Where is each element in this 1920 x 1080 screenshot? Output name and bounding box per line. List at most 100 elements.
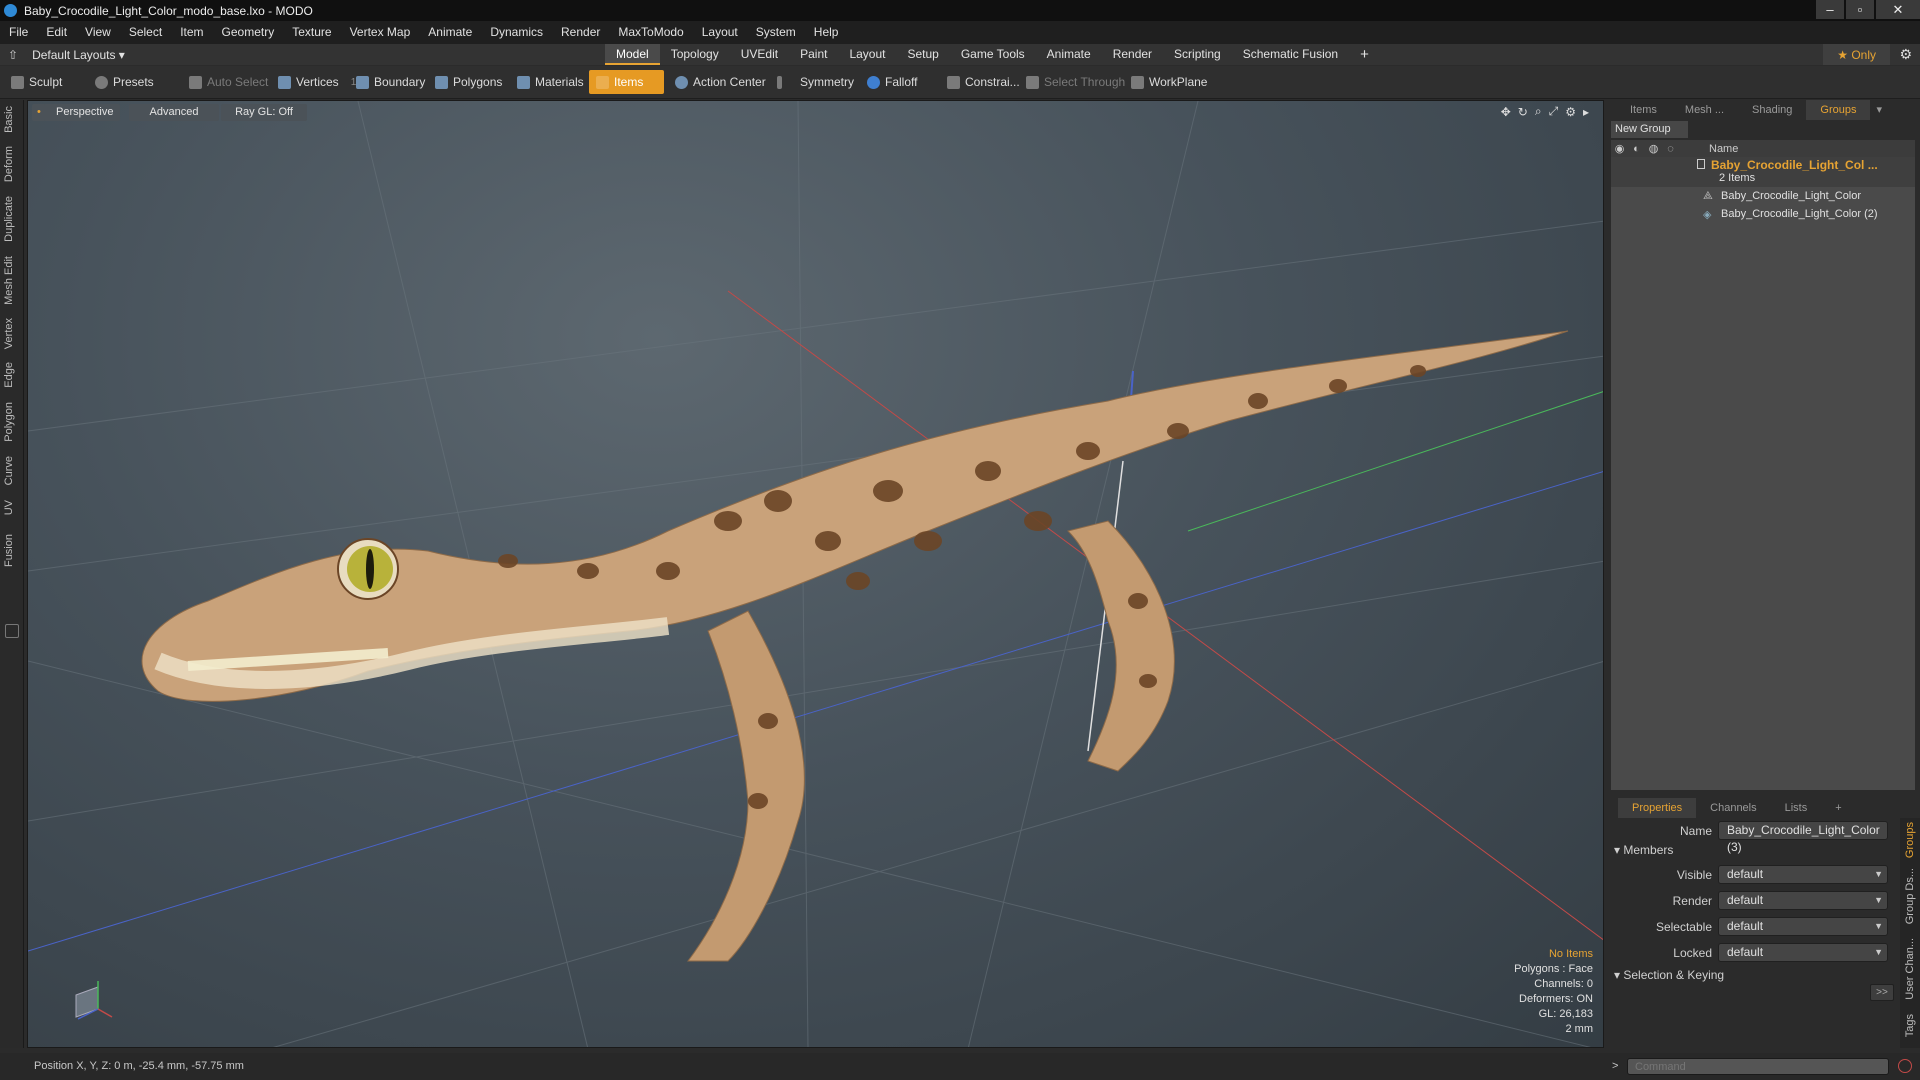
new-group-button[interactable]: New Group xyxy=(1611,121,1688,138)
constrain-button[interactable]: Constrai... xyxy=(940,70,1027,94)
tab-items[interactable]: Items xyxy=(1608,100,1671,120)
layout-preset-dropdown[interactable]: Default Layouts ▾ xyxy=(32,48,125,62)
side-tab-group-ds[interactable]: Group Ds... xyxy=(1904,868,1916,924)
raygl-toggle[interactable]: Ray GL: Off xyxy=(221,104,307,121)
close-button[interactable]: ✕ xyxy=(1876,0,1920,19)
tab-lists[interactable]: Lists xyxy=(1771,798,1822,818)
eye-icon[interactable]: ◉ xyxy=(1611,142,1628,155)
tab-layout[interactable]: Layout xyxy=(838,44,896,65)
left-tab-deform[interactable]: Deform xyxy=(3,146,15,182)
left-tab-basic[interactable]: Basic xyxy=(3,106,15,133)
left-tab-mesh-edit[interactable]: Mesh Edit xyxy=(3,256,15,305)
only-toggle[interactable]: ★ Only xyxy=(1823,44,1890,65)
left-panel-toggle[interactable] xyxy=(5,624,19,638)
add-panel-tab[interactable]: + xyxy=(1821,798,1855,818)
menu-select[interactable]: Select xyxy=(120,21,171,44)
left-tab-vertex[interactable]: Vertex xyxy=(3,318,15,349)
fit-icon[interactable]: ⤢ xyxy=(1549,104,1559,119)
menu-view[interactable]: View xyxy=(76,21,120,44)
panel-dropdown-icon[interactable]: ▾ xyxy=(1870,100,1888,120)
materials-button[interactable]: Materials xyxy=(510,70,591,94)
more-button[interactable]: >> xyxy=(1870,984,1894,1001)
render-icon[interactable]: ◐ xyxy=(1628,143,1645,155)
command-input[interactable] xyxy=(1627,1058,1889,1075)
menu-render[interactable]: Render xyxy=(552,21,609,44)
layout-lock-icon[interactable]: ⇧ xyxy=(8,48,18,62)
add-tab-button[interactable]: + xyxy=(1349,44,1380,65)
boundary-button[interactable]: Boundary xyxy=(349,70,432,94)
minimize-button[interactable]: – xyxy=(1816,0,1844,19)
lock-icon[interactable]: ◍ xyxy=(1645,142,1662,155)
select-icon[interactable]: ◌ xyxy=(1662,143,1679,155)
left-tab-edge[interactable]: Edge xyxy=(3,362,15,388)
tab-topology[interactable]: Topology xyxy=(660,44,730,65)
shading-dropdown[interactable]: Advanced xyxy=(129,104,219,121)
tab-mesh[interactable]: Mesh ... xyxy=(1671,100,1738,120)
tab-animate[interactable]: Animate xyxy=(1036,44,1102,65)
3d-viewport[interactable]: • Perspective Advanced Ray GL: Off ✥ ↻ ⌕… xyxy=(27,100,1604,1048)
left-tab-polygon[interactable]: Polygon xyxy=(3,402,15,442)
tab-uvedit[interactable]: UVEdit xyxy=(730,44,789,65)
view-mode-dropdown[interactable]: Perspective xyxy=(44,104,120,121)
falloff-button[interactable]: Falloff xyxy=(860,70,924,94)
render-dropdown[interactable]: default ▼ xyxy=(1718,891,1888,910)
tab-setup[interactable]: Setup xyxy=(896,44,949,65)
menu-maxtomodo[interactable]: MaxToModo xyxy=(609,21,692,44)
visible-dropdown[interactable]: default ▼ xyxy=(1718,865,1888,884)
gear-icon[interactable]: ⚙ xyxy=(1899,46,1912,63)
locked-dropdown[interactable]: default ▼ xyxy=(1718,943,1888,962)
name-field[interactable]: Baby_Crocodile_Light_Color (3) xyxy=(1718,821,1888,854)
tab-schematic-fusion[interactable]: Schematic Fusion xyxy=(1232,44,1349,65)
selectable-dropdown[interactable]: default ▼ xyxy=(1718,917,1888,936)
tab-model[interactable]: Model xyxy=(605,44,660,65)
menu-edit[interactable]: Edit xyxy=(37,21,76,44)
tab-properties[interactable]: Properties xyxy=(1618,798,1697,818)
menu-file[interactable]: File xyxy=(0,21,37,44)
side-tab-groups[interactable]: Groups xyxy=(1904,822,1916,858)
zoom-icon[interactable]: ⌕ xyxy=(1535,104,1542,119)
viewport-settings-icon[interactable]: ⚙ xyxy=(1565,105,1576,119)
menu-texture[interactable]: Texture xyxy=(283,21,340,44)
side-tab-tags[interactable]: Tags xyxy=(1904,1014,1916,1037)
left-tab-fusion[interactable]: Fusion xyxy=(3,534,15,567)
list-item[interactable]: ⟁ Baby_Crocodile_Light_Color xyxy=(1611,187,1915,205)
left-tab-curve[interactable]: Curve xyxy=(3,456,15,485)
menu-vertex-map[interactable]: Vertex Map xyxy=(341,21,420,44)
group-row[interactable]: Baby_Crocodile_Light_Col ... 2 Items xyxy=(1611,157,1915,187)
action-center-button[interactable]: Action Center xyxy=(668,70,773,94)
tab-scripting[interactable]: Scripting xyxy=(1163,44,1232,65)
tab-groups[interactable]: Groups xyxy=(1806,100,1871,120)
list-item[interactable]: ◈ Baby_Crocodile_Light_Color (2) xyxy=(1611,205,1915,223)
menu-animate[interactable]: Animate xyxy=(419,21,481,44)
tab-game-tools[interactable]: Game Tools xyxy=(950,44,1036,65)
members-section[interactable]: ▾ Members xyxy=(1614,843,1673,857)
selection-keying-section[interactable]: ▾ Selection & Keying xyxy=(1614,968,1724,982)
workplane-button[interactable]: WorkPlane xyxy=(1124,70,1214,94)
command-history-icon[interactable] xyxy=(1898,1059,1912,1073)
crocodile-model[interactable] xyxy=(141,330,1569,962)
presets-button[interactable]: Presets xyxy=(88,70,161,94)
menu-dynamics[interactable]: Dynamics xyxy=(481,21,552,44)
viewport-expand-icon[interactable]: ▸ xyxy=(1583,105,1589,119)
tab-shading[interactable]: Shading xyxy=(1738,100,1806,120)
menu-system[interactable]: System xyxy=(747,21,805,44)
polygons-button[interactable]: Polygons xyxy=(428,70,509,94)
tab-paint[interactable]: Paint xyxy=(789,44,838,65)
side-tab-user-channels[interactable]: User Chan... xyxy=(1904,938,1916,1000)
auto-select-button[interactable]: Auto Select xyxy=(182,70,275,94)
maximize-button[interactable]: ▫ xyxy=(1846,0,1874,19)
symmetry-button[interactable]: Symmetry xyxy=(770,70,861,94)
menu-layout[interactable]: Layout xyxy=(693,21,747,44)
left-tab-uv[interactable]: UV xyxy=(3,500,15,515)
tab-render[interactable]: Render xyxy=(1102,44,1163,65)
items-button[interactable]: Items xyxy=(589,70,664,94)
menu-item[interactable]: Item xyxy=(171,21,212,44)
tab-channels[interactable]: Channels xyxy=(1696,798,1770,818)
rotate-icon[interactable]: ↻ xyxy=(1518,105,1528,119)
sculpt-button[interactable]: Sculpt xyxy=(4,70,69,94)
select-through-button[interactable]: Select Through xyxy=(1019,70,1132,94)
menu-help[interactable]: Help xyxy=(805,21,848,44)
menu-geometry[interactable]: Geometry xyxy=(213,21,284,44)
pan-icon[interactable]: ✥ xyxy=(1501,105,1511,119)
left-tab-duplicate[interactable]: Duplicate xyxy=(3,196,15,242)
